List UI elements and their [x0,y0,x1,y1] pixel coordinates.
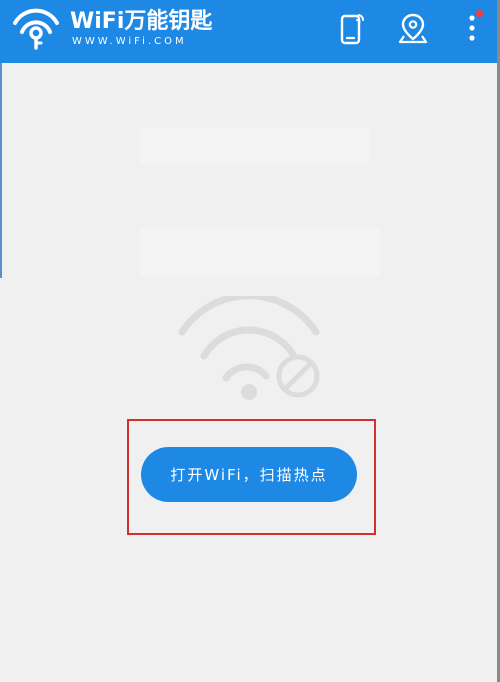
wifi-key-logo-icon [13,8,59,50]
phone-signal-icon [340,14,364,45]
brand-name: WiFi万能钥匙 [70,9,213,34]
left-edge-strip [0,63,2,278]
app-header: WiFi万能钥匙 WWW.WiFi.COM [0,0,500,63]
more-vertical-icon [469,15,475,41]
placeholder-block [140,228,380,276]
wifi-disabled-icon [178,296,320,400]
location-pin-icon [398,13,428,44]
open-wifi-scan-button[interactable]: 打开WiFi，扫描热点 [141,447,357,502]
phone-button[interactable] [336,10,370,46]
location-button[interactable] [396,10,430,46]
more-menu-button[interactable] [458,10,486,46]
notification-dot [476,10,483,17]
brand-url: WWW.WiFi.COM [72,36,187,47]
placeholder-block [140,128,370,164]
